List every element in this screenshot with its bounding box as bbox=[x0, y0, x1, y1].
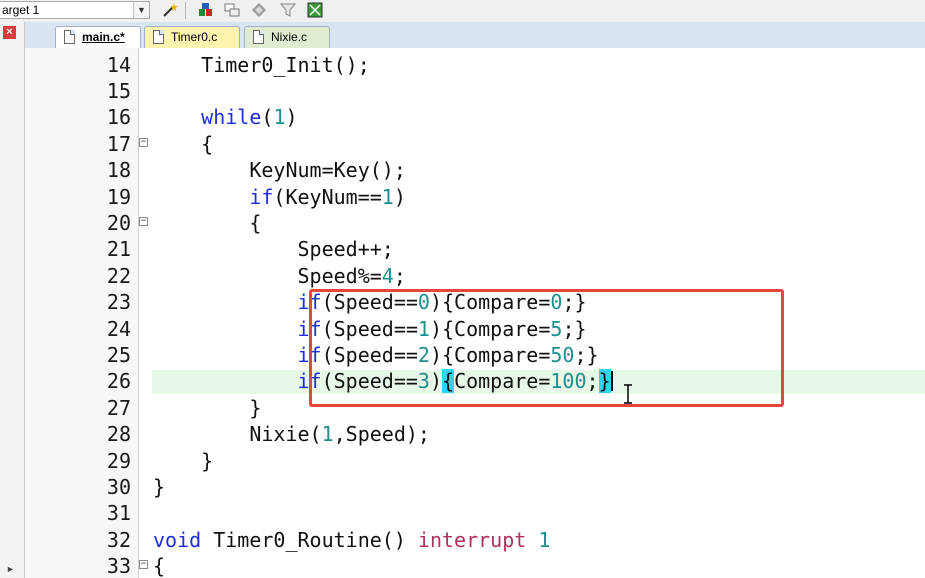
line-number: 18 bbox=[106, 158, 131, 183]
line-number: 21 bbox=[106, 237, 131, 262]
file-icon bbox=[153, 30, 164, 44]
code-line[interactable]: 32 void Timer0_Routine() interrupt 1 bbox=[25, 527, 925, 553]
code-line[interactable]: 19 if(KeyNum==1) bbox=[25, 184, 925, 210]
code-line[interactable]: 28 Nixie(1,Speed); bbox=[25, 421, 925, 447]
code-text: Speed%=4; bbox=[153, 263, 406, 288]
line-number: 24 bbox=[106, 316, 131, 341]
fold-collapse-icon[interactable]: − bbox=[139, 560, 148, 570]
code-text: while(1) bbox=[201, 105, 298, 130]
tab-label: Timer0.c bbox=[171, 30, 218, 44]
tab-nixie-c[interactable]: Nixie.c bbox=[244, 26, 330, 48]
code-text: } bbox=[153, 474, 166, 499]
code-text: { bbox=[153, 131, 214, 156]
annotation-box bbox=[309, 289, 784, 407]
line-number: 15 bbox=[106, 78, 131, 103]
file-icon bbox=[64, 30, 75, 44]
chevron-down-icon[interactable]: ▼ bbox=[133, 2, 149, 18]
grid-icon[interactable] bbox=[306, 1, 324, 19]
code-text: void Timer0_Routine() interrupt 1 bbox=[153, 527, 551, 552]
code-line[interactable]: 29 } bbox=[25, 448, 925, 474]
code-text: } bbox=[153, 395, 262, 420]
line-number: 30 bbox=[106, 474, 131, 499]
line-number: 29 bbox=[106, 448, 131, 473]
manage-icon[interactable] bbox=[223, 1, 241, 19]
tab-label: Nixie.c bbox=[271, 30, 308, 44]
tab-timer0-c[interactable]: Timer0.c bbox=[144, 26, 240, 48]
code-text: { bbox=[153, 554, 166, 578]
close-icon[interactable]: × bbox=[3, 26, 16, 39]
code-line[interactable]: 15 bbox=[25, 78, 925, 104]
code-line[interactable]: 21 Speed++; bbox=[25, 236, 925, 262]
code-text: if(KeyNum==1) bbox=[249, 184, 406, 209]
code-text: KeyNum=Key(); bbox=[153, 158, 406, 183]
toolbar-separator bbox=[185, 2, 186, 19]
line-number: 17 bbox=[106, 131, 131, 156]
code-line[interactable]: 22 Speed%=4; bbox=[25, 263, 925, 289]
code-text: } bbox=[153, 448, 214, 473]
fold-collapse-icon[interactable]: − bbox=[139, 137, 148, 147]
line-number: 14 bbox=[106, 52, 131, 77]
code-text: { bbox=[153, 210, 262, 235]
line-number: 27 bbox=[106, 395, 131, 420]
code-editor[interactable]: 14 Timer0_Init(); 15 16 while(1) 17− {18 Ke… bbox=[25, 48, 925, 578]
file-tab-bar: main.c* Timer0.c Nixie.c bbox=[25, 22, 925, 49]
line-number: 20 bbox=[106, 210, 131, 235]
target-select[interactable]: arget 1 ▼ bbox=[0, 1, 150, 19]
line-number: 32 bbox=[106, 527, 131, 552]
code-line[interactable]: 20− { bbox=[25, 210, 925, 236]
line-number: 28 bbox=[106, 422, 131, 447]
fold-collapse-icon[interactable]: − bbox=[139, 216, 148, 226]
scroll-right-icon[interactable]: ► bbox=[6, 564, 15, 574]
text-cursor-icon bbox=[624, 384, 632, 404]
line-number: 19 bbox=[106, 184, 131, 209]
line-number: 31 bbox=[106, 501, 131, 526]
line-number: 33 bbox=[106, 554, 131, 578]
code-line[interactable]: 17− { bbox=[25, 131, 925, 157]
line-number: 25 bbox=[106, 342, 131, 367]
project-panel-strip: × ► bbox=[0, 22, 25, 578]
tab-main-c[interactable]: main.c* bbox=[55, 26, 141, 49]
funnel-icon[interactable] bbox=[279, 1, 297, 19]
code-text: Speed++; bbox=[153, 237, 394, 262]
load-icon[interactable] bbox=[197, 1, 215, 19]
code-line[interactable]: 14 Timer0_Init(); bbox=[25, 52, 925, 78]
code-line[interactable]: 31 bbox=[25, 500, 925, 526]
line-number: 22 bbox=[106, 263, 131, 288]
tab-label: main.c* bbox=[82, 30, 125, 44]
code-line[interactable]: 18 KeyNum=Key(); bbox=[25, 157, 925, 183]
toolbar: arget 1 ▼ bbox=[0, 0, 925, 23]
code-line[interactable]: 30} bbox=[25, 474, 925, 500]
target-select-value: arget 1 bbox=[2, 3, 40, 17]
code-line[interactable]: 33−{ bbox=[25, 553, 925, 578]
line-number: 23 bbox=[106, 290, 131, 315]
diamond-icon[interactable] bbox=[250, 1, 268, 19]
line-number: 16 bbox=[106, 105, 131, 130]
line-number: 26 bbox=[106, 369, 131, 394]
file-icon bbox=[253, 30, 264, 44]
magic-wand-icon[interactable] bbox=[161, 1, 179, 19]
code-line[interactable]: 16 while(1) bbox=[25, 104, 925, 130]
code-text: Timer0_Init(); bbox=[153, 52, 370, 77]
code-text: Nixie(1,Speed); bbox=[153, 422, 430, 447]
